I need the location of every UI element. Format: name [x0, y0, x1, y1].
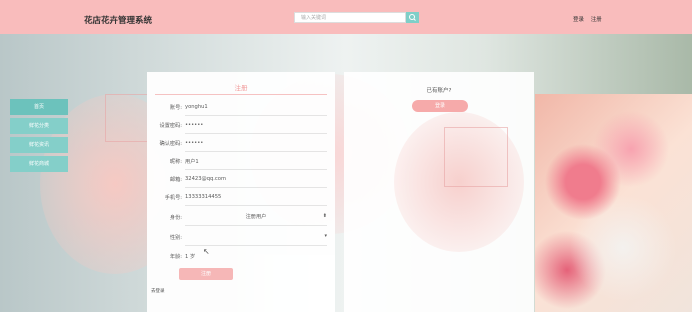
top-links: 登录 注册 [573, 15, 607, 23]
field-role[interactable]: 身份: 注册用户 ⬍ [147, 210, 335, 226]
divider [185, 245, 327, 246]
field-label: 手机号: [164, 195, 182, 201]
field-label: 昵称: [169, 159, 182, 165]
divider [185, 187, 327, 188]
search-button[interactable] [406, 12, 419, 23]
flower-bouquet-decoration [535, 94, 692, 312]
register-submit-button[interactable]: 注册 [179, 268, 233, 280]
nickname-input[interactable]: 用户1 [185, 158, 199, 165]
sidebar-item-shop[interactable]: 鲜花商城 [10, 156, 68, 172]
go-login-link[interactable]: 去登录 [151, 288, 165, 294]
field-label: 邮箱: [169, 177, 182, 183]
sidebar-item-news[interactable]: 鲜花资讯 [10, 137, 68, 153]
search-icon [409, 14, 416, 21]
divider [185, 133, 327, 134]
field-account[interactable]: 账号: yonghu1 [147, 100, 335, 116]
divider [155, 94, 327, 95]
field-email[interactable]: 邮箱: 32423@qq.com [147, 172, 335, 188]
mouse-cursor-icon: ↖ [203, 247, 210, 256]
login-button[interactable]: 登录 [412, 100, 468, 112]
field-label: 身份: [169, 215, 182, 221]
field-label: 性别: [169, 235, 182, 241]
phone-input[interactable]: 13333314455 [185, 194, 221, 200]
email-input[interactable]: 32423@qq.com [185, 176, 226, 182]
sidebar-item-category[interactable]: 鲜花分类 [10, 118, 68, 134]
field-phone[interactable]: 手机号: 13333314455 [147, 190, 335, 206]
confirm-password-input[interactable]: •••••• [185, 140, 203, 146]
field-label: 确认密码: [159, 141, 183, 147]
app-title: 花店花卉管理系统 [84, 16, 153, 26]
select-arrow-icon: ▾ [324, 233, 327, 239]
field-password[interactable]: 设置密码: •••••• [147, 118, 335, 134]
field-nickname[interactable]: 昵称: 用户1 [147, 154, 335, 170]
field-gender[interactable]: 性别: ▾ [147, 230, 335, 246]
has-account-text: 已有账户? [426, 88, 452, 94]
search-input[interactable]: 输入关键词 [294, 12, 406, 23]
divider [185, 151, 327, 152]
age-input[interactable]: 1 岁 [185, 253, 195, 260]
account-input[interactable]: yonghu1 [185, 104, 208, 110]
register-title: 注册 [234, 84, 248, 92]
gift-box-decoration [444, 127, 508, 187]
field-label: 年龄: [169, 254, 182, 260]
select-arrow-icon: ⬍ [322, 213, 327, 219]
divider [185, 169, 327, 170]
register-link[interactable]: 注册 [591, 17, 602, 23]
header-bar: 花店花卉管理系统 输入关键词 登录 注册 [0, 0, 692, 34]
field-label: 账号: [169, 105, 182, 111]
field-age[interactable]: 年龄: 1 岁 [147, 249, 335, 265]
login-link[interactable]: 登录 [573, 17, 584, 23]
divider [185, 225, 327, 226]
divider [185, 115, 327, 116]
divider [185, 205, 327, 206]
register-panel: 注册 账号: yonghu1 设置密码: •••••• 确认密码: ••••••… [147, 72, 335, 312]
role-select[interactable]: 注册用户 [185, 213, 327, 220]
login-prompt-panel: 已有账户? 登录 [344, 72, 534, 312]
field-label: 设置密码: [159, 123, 183, 129]
gift-box-decoration [105, 94, 149, 142]
password-input[interactable]: •••••• [185, 122, 203, 128]
sidebar-item-home[interactable]: 首页 [10, 99, 68, 115]
search-placeholder: 输入关键词 [301, 15, 327, 21]
field-confirm-password[interactable]: 确认密码: •••••• [147, 136, 335, 152]
